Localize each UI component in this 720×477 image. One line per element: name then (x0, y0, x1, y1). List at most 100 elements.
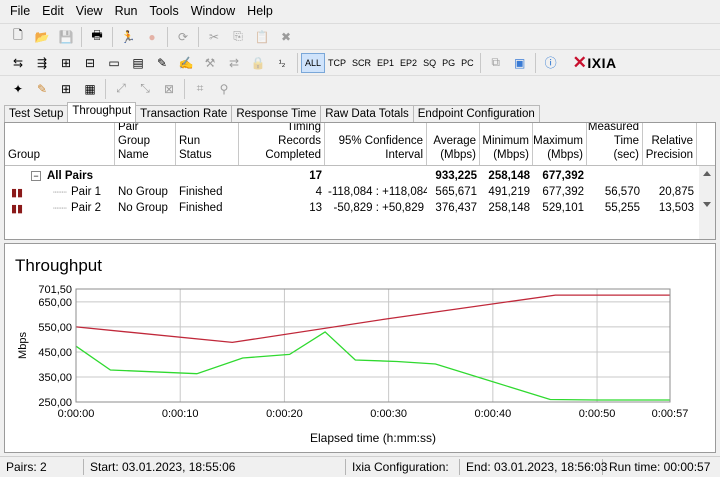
filter-ep1-button[interactable]: EP1 (374, 53, 397, 73)
stop-icon[interactable]: ● (143, 28, 161, 46)
chart-icon[interactable]: ▦ (81, 80, 99, 98)
menu-view[interactable]: View (70, 4, 109, 18)
collapse-icon[interactable]: ⤡ (136, 80, 154, 98)
menu-help[interactable]: Help (241, 4, 279, 18)
all-pairs-maximum: 677,392 (542, 170, 584, 182)
status-run-time: Run time: 00:00:57 (609, 460, 711, 474)
expand-icon[interactable]: ⤢ (112, 80, 130, 98)
pair-maximum: 529,101 (542, 202, 584, 214)
run-icon[interactable]: 🏃 (119, 28, 137, 46)
result-tabs: Test Setup Throughput Transaction Rate R… (4, 102, 540, 122)
pair-status: Finished (179, 202, 223, 214)
add-multicast-icon[interactable]: ⇶ (33, 54, 51, 72)
status-start: Start: 03.01.2023, 18:55:06 (84, 459, 346, 475)
menu-file[interactable]: File (4, 4, 36, 18)
filter-pc-button[interactable]: PC (458, 53, 477, 73)
y-tick-label: 450,00 (38, 347, 72, 359)
signature-icon[interactable]: ✍ (177, 54, 195, 72)
lock-icon[interactable]: 🔒 (249, 54, 267, 72)
col-confidence[interactable]: 95% Confidence Interval (325, 123, 427, 165)
print-icon[interactable]: 🖶 (88, 28, 106, 46)
pair-minimum: 258,148 (488, 202, 530, 214)
results-icon[interactable]: ✦ (9, 80, 27, 98)
results-toolbar: ✦ ✎ ⊞ ▦ ⤢ ⤡ ⊠ ⌗ ⚲ (0, 75, 720, 101)
ixia-logo: ✕ IXIA (572, 52, 617, 72)
col-group[interactable]: Group (5, 123, 115, 165)
filter-scr-button[interactable]: SCR (349, 53, 374, 73)
network-icon[interactable]: ⊞ (57, 54, 75, 72)
col-pair-group-name[interactable]: Pair Group Name (115, 123, 176, 165)
scroll-up-icon[interactable] (703, 171, 711, 176)
edit-icon[interactable]: ✎ (153, 54, 171, 72)
tab-response-time[interactable]: Response Time (231, 105, 322, 122)
tab-throughput[interactable]: Throughput (67, 102, 137, 122)
x-tick-label: 0:00:50 (579, 408, 616, 420)
export-icon[interactable]: ⧉ (487, 54, 505, 72)
menu-run[interactable]: Run (109, 4, 144, 18)
filter-icon[interactable]: ⚲ (215, 80, 233, 98)
menu-window[interactable]: Window (185, 4, 241, 18)
status-pairs: Pairs: 2 (0, 459, 84, 475)
tool-icon[interactable]: ⚒ (201, 54, 219, 72)
open-folder-icon[interactable]: 📂 (33, 28, 51, 46)
table-row[interactable]: ▮▮ ┈┈ Pair 2 No Group Finished 13 -50,82… (5, 200, 697, 216)
compare-icon[interactable]: ⊞ (57, 80, 75, 98)
filter-tcp-button[interactable]: TCP (325, 53, 349, 73)
col-minimum[interactable]: Minimum (Mbps) (480, 123, 533, 165)
filter-ep2-button[interactable]: EP2 (397, 53, 420, 73)
endpoint-icon[interactable]: ▭ (105, 54, 123, 72)
col-average[interactable]: Average (Mbps) (427, 123, 480, 165)
y-tick-label: 650,00 (38, 297, 72, 309)
tab-test-setup[interactable]: Test Setup (4, 105, 69, 122)
tab-endpoint-configuration[interactable]: Endpoint Configuration (412, 105, 540, 122)
scroll-down-icon[interactable] (703, 202, 711, 207)
grid-header: Group Pair Group Name Run Status Timing … (5, 123, 715, 166)
paste-icon[interactable]: 📋 (253, 28, 271, 46)
monitor-icon[interactable]: ▣ (511, 54, 529, 72)
tab-raw-data-totals[interactable]: Raw Data Totals (320, 105, 414, 122)
grid-scrollbar[interactable] (699, 166, 715, 239)
info-icon[interactable]: ⓘ (542, 54, 560, 72)
table-row-all-pairs[interactable]: − All Pairs 17 933,225 258,148 677,392 (5, 168, 697, 184)
new-file-icon[interactable]: 🗋 (9, 28, 27, 46)
swap-icon[interactable]: ⇄ (225, 54, 243, 72)
filter-pg-button[interactable]: PG (439, 53, 458, 73)
filter-sq-button[interactable]: SQ (420, 53, 439, 73)
pair-count-icon[interactable]: ¹₂ (273, 54, 291, 72)
tab-transaction-rate[interactable]: Transaction Rate (135, 105, 233, 122)
menu-bar: File Edit View Run Tools Window Help (0, 0, 720, 22)
x-tick-label: 0:00:00 (58, 408, 95, 420)
pin-icon[interactable]: ✎ (33, 80, 51, 98)
save-icon[interactable]: 💾 (57, 28, 75, 46)
pair-average: 565,671 (435, 186, 477, 198)
col-maximum[interactable]: Maximum (Mbps) (533, 123, 587, 165)
pair-label: Pair 1 (71, 186, 102, 198)
script-icon[interactable]: ▤ (129, 54, 147, 72)
collapse-toggle-icon[interactable]: − (31, 171, 41, 181)
all-pairs-average: 933,225 (435, 170, 477, 182)
pair-group: No Group (118, 186, 168, 198)
col-measured-time[interactable]: Measured Time (sec) (587, 123, 643, 165)
pair-precision: 20,875 (658, 186, 694, 198)
all-pairs-minimum: 258,148 (488, 170, 530, 182)
pair-confidence: -50,829 : +50,829 (333, 202, 424, 214)
y-axis-label: Mbps (17, 332, 29, 359)
copy-icon[interactable]: ⎘ (229, 28, 247, 46)
shrink-icon[interactable]: ⊠ (160, 80, 178, 98)
zoom-icon[interactable]: ⌗ (191, 80, 209, 98)
add-pair-icon[interactable]: ⇆ (9, 54, 27, 72)
cut-icon[interactable]: ✂ (205, 28, 223, 46)
menu-edit[interactable]: Edit (36, 4, 70, 18)
menu-tools[interactable]: Tools (144, 4, 185, 18)
col-timing-records[interactable]: Timing Records Completed (239, 123, 325, 165)
refresh-icon[interactable]: ⟳ (174, 28, 192, 46)
topology-icon[interactable]: ⊟ (81, 54, 99, 72)
table-row[interactable]: ▮▮ ┈┈ Pair 1 No Group Finished 4 -118,08… (5, 184, 697, 200)
delete-icon[interactable]: ✖ (277, 28, 295, 46)
throughput-chart-panel: Throughput 701,50 650,00 550,00 450,00 350,0… (4, 243, 716, 453)
col-relative-precision[interactable]: Relative Precision (643, 123, 697, 165)
pair-minimum: 491,219 (488, 186, 530, 198)
status-bar: Pairs: 2 Start: 03.01.2023, 18:55:06 Ixi… (0, 456, 720, 477)
filter-all-button[interactable]: ALL (301, 52, 326, 73)
col-run-status[interactable]: Run Status (176, 123, 239, 165)
